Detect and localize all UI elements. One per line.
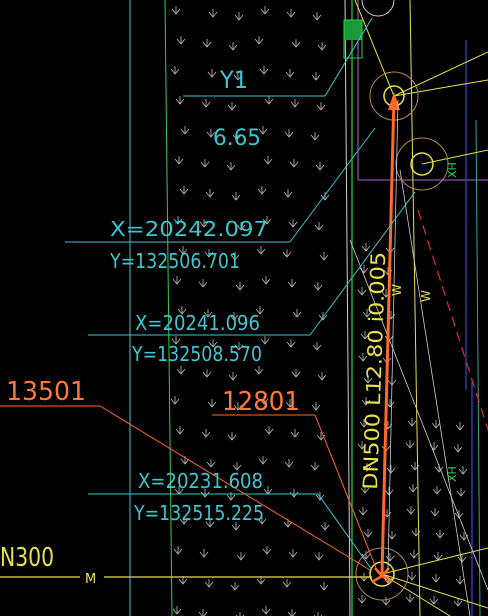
coord3-y-label: Y=132515.225 — [133, 501, 264, 525]
m-mark: M — [85, 572, 96, 587]
w-mark-1: W — [390, 284, 404, 296]
cad-drawing-canvas[interactable]: M Y1 6.65 X=20242.097 Y=132506.701 X=202… — [0, 0, 488, 616]
node-elevation-label: 6.65 — [213, 126, 261, 151]
coord2-x-label: X=20241.096 — [135, 311, 260, 335]
tag-left-label: 13501 — [6, 377, 86, 407]
xh-mark-2: XH — [446, 466, 459, 482]
coord2-y-label: Y=132508.570 — [131, 342, 262, 366]
node-name-label: Y1 — [219, 66, 248, 94]
tag-center-label: 12801 — [222, 387, 300, 417]
w-mark-2: W — [419, 290, 433, 302]
pipe-left-label: N300 — [0, 543, 54, 573]
coord1-x-label: X=20242.097 — [110, 217, 268, 241]
xh-mark-1: XH — [446, 162, 459, 178]
coord3-x-label: X=20231.608 — [138, 469, 263, 493]
green-fill-block-icon — [344, 20, 362, 40]
coord1-y-label: Y=132506.701 — [109, 249, 240, 273]
